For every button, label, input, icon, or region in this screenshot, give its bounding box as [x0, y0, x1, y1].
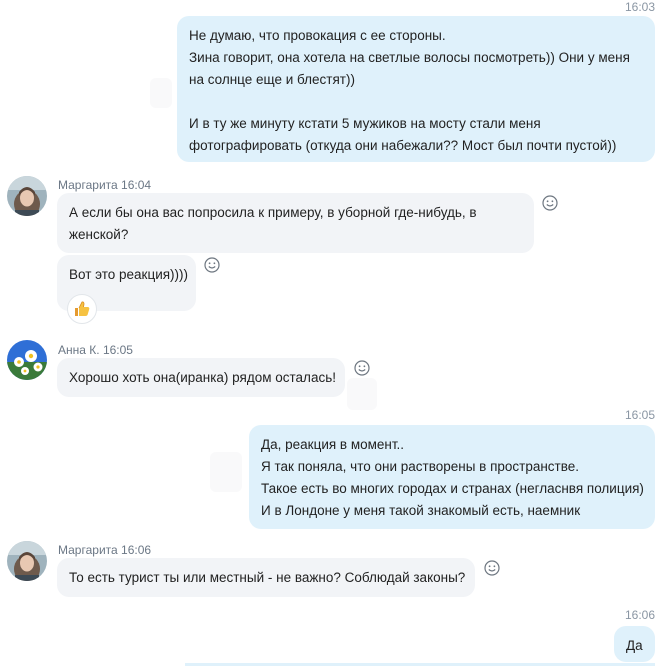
add-reaction-smiley-icon[interactable]: [541, 194, 559, 212]
faded-placeholder: [347, 378, 377, 410]
message-line: И в ту же минуту кстати 5 мужиков на мос…: [189, 116, 541, 131]
sender-name-text: Маргарита: [58, 543, 118, 557]
timestamp: 16:03: [625, 0, 656, 14]
incoming-message[interactable]: А если бы она вас попросила к примеру, в…: [57, 193, 534, 253]
sender-time: 16:06: [121, 543, 152, 557]
message-line: Не думаю, что провокация с ее стороны.: [189, 28, 446, 43]
add-reaction-smiley-icon[interactable]: [483, 559, 501, 577]
avatar[interactable]: [7, 541, 47, 581]
faded-placeholder: [150, 78, 172, 108]
avatar[interactable]: [7, 340, 47, 380]
faded-placeholder: [210, 452, 242, 492]
outgoing-message[interactable]: Да: [614, 626, 655, 662]
sender-name: Анна К. 16:05: [58, 343, 133, 357]
message-line: женской?: [69, 227, 129, 242]
message-line: То есть турист ты или местный - не важно…: [69, 570, 466, 585]
avatar-anna-image: [7, 340, 47, 380]
message-line: Да, реакция в момент..: [261, 437, 405, 452]
timestamp: 16:06: [625, 608, 656, 622]
message-line: А если бы она вас попросила к примеру, в…: [69, 205, 477, 220]
message-line: фотографировать (откуда они набежали?? М…: [189, 138, 617, 153]
add-reaction-smiley-icon[interactable]: [203, 256, 221, 274]
outgoing-message[interactable]: Да, реакция в момент.. Я так поняла, что…: [249, 425, 655, 529]
sender-name-text: Анна К.: [58, 343, 100, 357]
message-line: Хорошо хоть она(иранка) рядом осталась!: [69, 370, 336, 385]
message-line: Вот это реакция)))): [69, 267, 189, 282]
add-reaction-smiley-icon[interactable]: [353, 359, 371, 377]
sender-time: 16:04: [121, 178, 152, 192]
message-line: Такое есть во многих городах и странах (…: [261, 481, 644, 496]
timestamp: 16:05: [625, 408, 656, 422]
message-line: Я так поняла, что они растворены в прост…: [261, 459, 580, 474]
avatar[interactable]: [7, 176, 47, 216]
sender-name: Маргарита 16:04: [58, 178, 151, 192]
thumbs-up-icon: [75, 301, 90, 316]
sender-name: Маргарита 16:06: [58, 543, 151, 557]
message-line: И в Лондоне у меня такой знакомый есть, …: [261, 503, 581, 518]
message-line: Зина говорит, она хотела на светлые воло…: [189, 50, 630, 65]
outgoing-message[interactable]: Не думаю, что провокация с ее стороны. З…: [177, 16, 655, 162]
sender-time: 16:05: [102, 343, 133, 357]
message-line: на солнце еще и блестят)): [189, 72, 355, 87]
reaction-badge[interactable]: [67, 294, 97, 324]
message-line: Да: [626, 638, 643, 653]
avatar-margarita-image: [7, 541, 47, 581]
incoming-message[interactable]: Хорошо хоть она(иранка) рядом осталась!: [57, 358, 345, 397]
incoming-message[interactable]: То есть турист ты или местный - не важно…: [57, 558, 475, 597]
avatar-margarita-image: [7, 176, 47, 216]
sender-name-text: Маргарита: [58, 178, 118, 192]
